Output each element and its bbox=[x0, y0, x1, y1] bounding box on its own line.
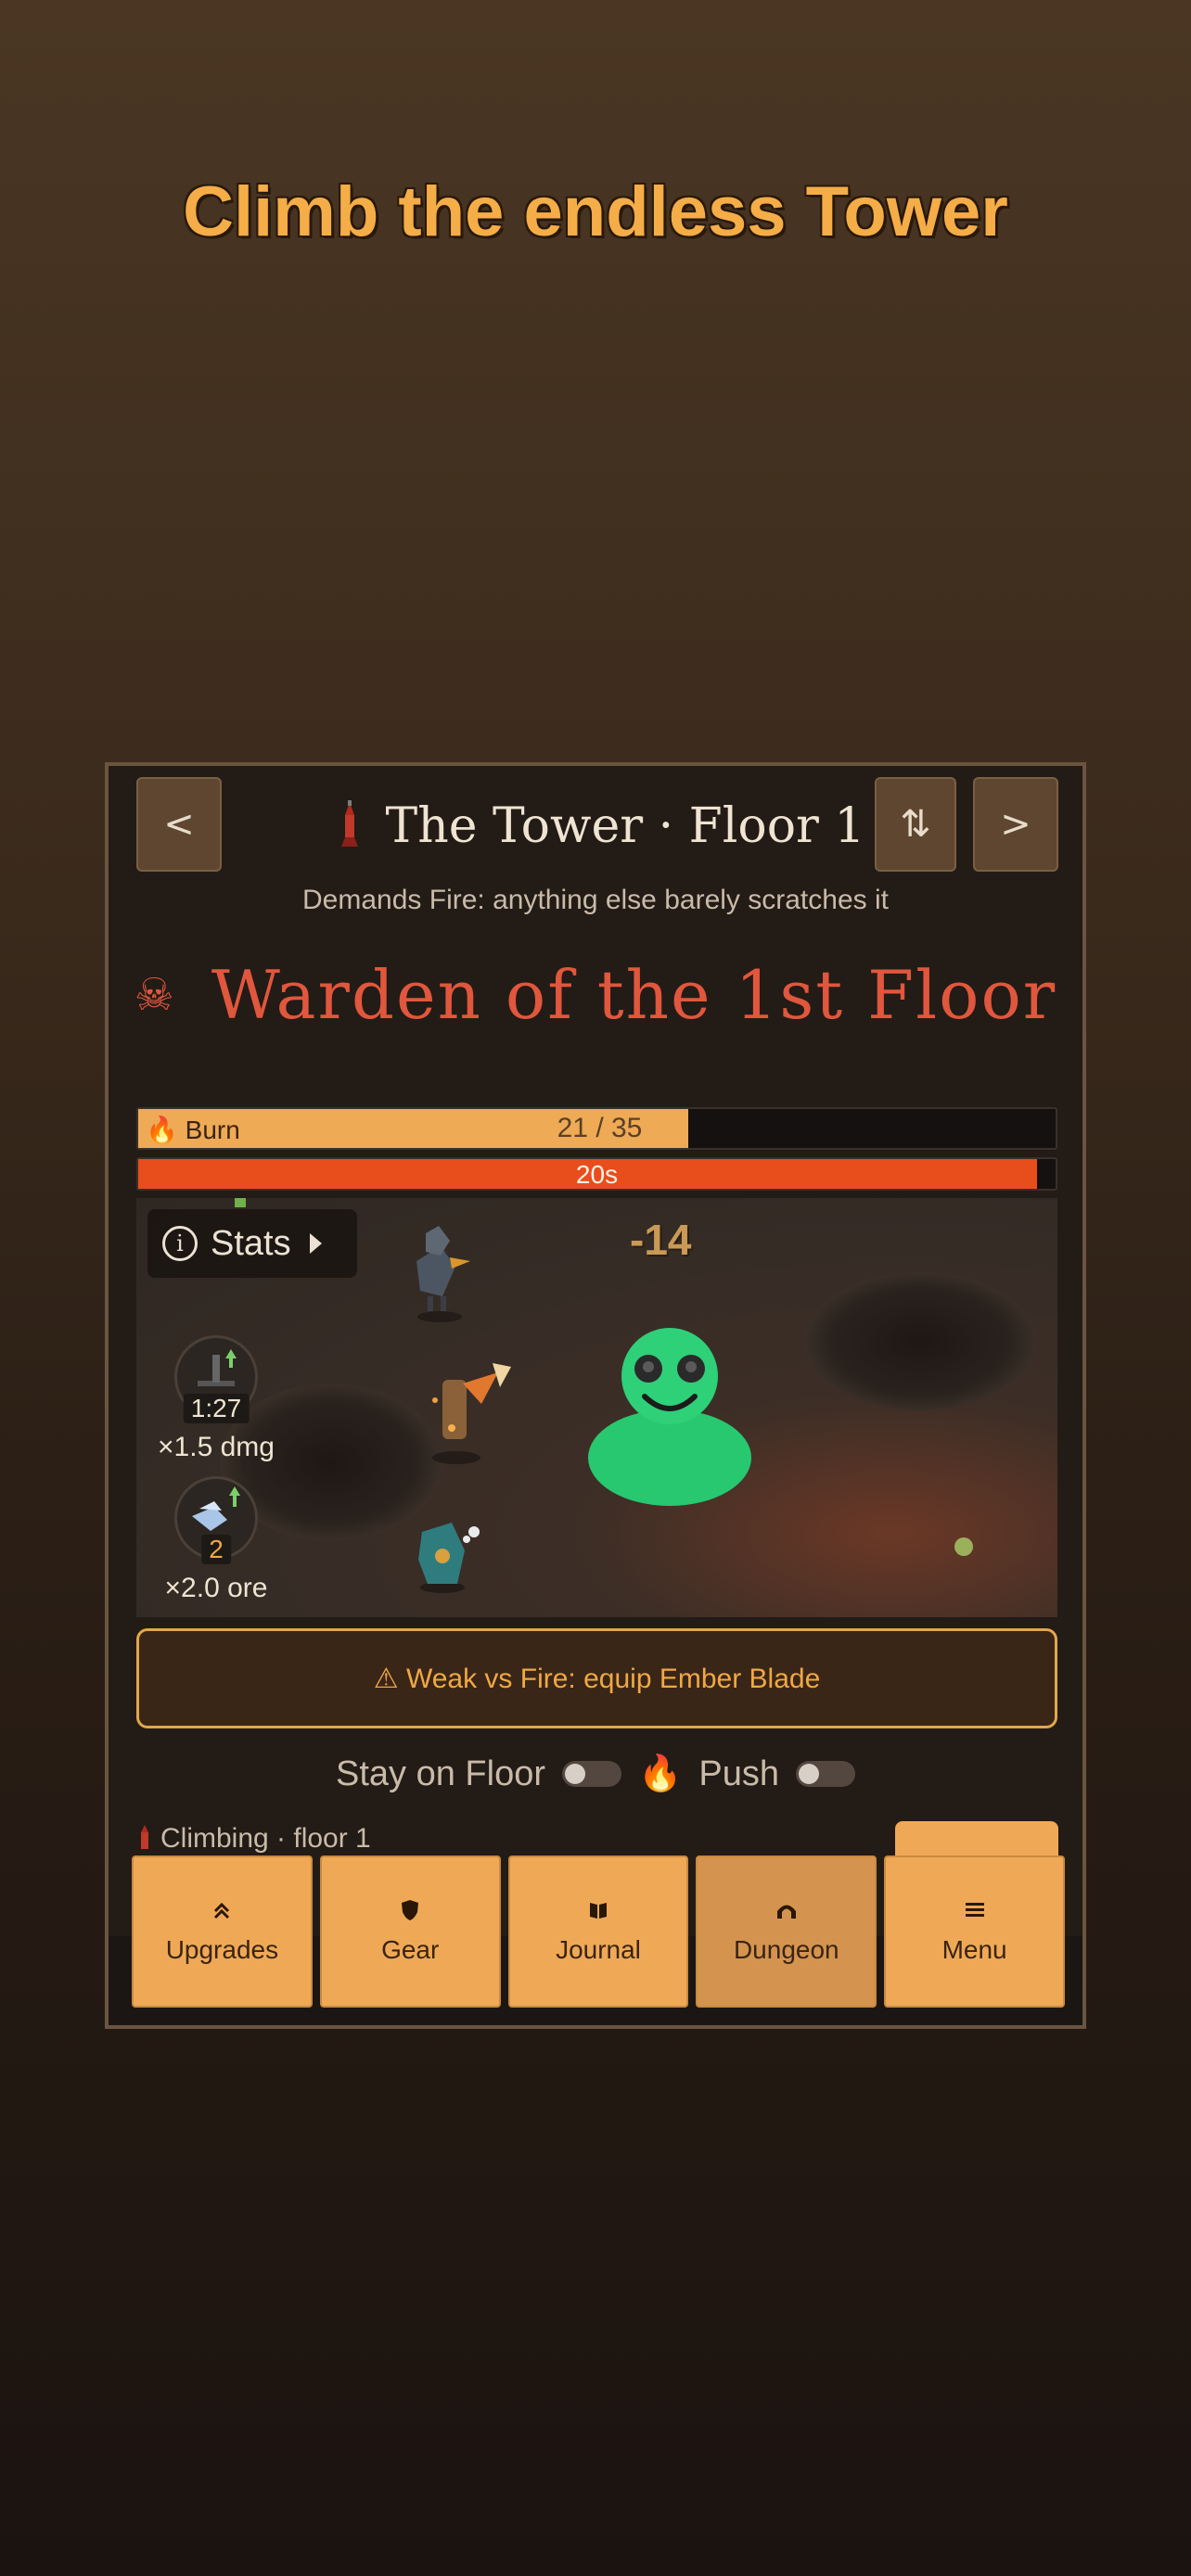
menu-icon bbox=[965, 1898, 985, 1922]
swap-button[interactable]: ⇅ bbox=[875, 777, 956, 872]
ore-buff-desc: ×2.0 ore bbox=[164, 1573, 268, 1603]
damage-popup: -14 bbox=[630, 1216, 692, 1264]
info-icon: i bbox=[162, 1226, 198, 1261]
floor-subtitle: Demands Fire: anything else barely scrat… bbox=[302, 885, 889, 915]
damage-buff-desc: ×1.5 dmg bbox=[158, 1432, 275, 1462]
nav-gear-label: Gear bbox=[381, 1935, 440, 1964]
floor-title-row: The Tower · Floor 1 bbox=[275, 784, 925, 868]
stay-on-floor-toggle[interactable] bbox=[562, 1761, 622, 1787]
fire-icon: 🔥 bbox=[638, 1754, 683, 1793]
sword-hero[interactable] bbox=[415, 1356, 517, 1471]
stats-label: Stats bbox=[211, 1223, 291, 1263]
stay-on-floor-label: Stay on Floor bbox=[336, 1753, 546, 1793]
damage-buff[interactable]: 1:27 ×1.5 dmg bbox=[142, 1335, 290, 1463]
boss-header: ☠ Warden of the 1st Floor bbox=[109, 956, 1082, 1034]
next-floor-button[interactable]: > bbox=[973, 777, 1058, 872]
tower-icon bbox=[336, 800, 364, 852]
caret-right-icon bbox=[309, 1233, 322, 1254]
boss-name: Warden of the 1st Floor bbox=[211, 956, 1057, 1034]
bird-hero[interactable] bbox=[398, 1224, 481, 1330]
skull-icon: ☠ bbox=[134, 969, 174, 1021]
prev-floor-button[interactable]: < bbox=[136, 777, 222, 872]
burn-bar-value: 21 / 35 bbox=[557, 1113, 643, 1143]
promo-headline: Climb the endless Tower bbox=[183, 172, 1008, 251]
floor-title: The Tower · Floor 1 bbox=[385, 798, 865, 854]
nav-gear[interactable]: Gear bbox=[319, 1855, 501, 2008]
weakness-warning-text: ⚠ Weak vs Fire: equip Ember Blade bbox=[373, 1663, 821, 1694]
timer-bar: 20s bbox=[136, 1157, 1057, 1191]
weakness-warning[interactable]: ⚠ Weak vs Fire: equip Ember Blade bbox=[136, 1628, 1057, 1728]
nav-journal-label: Journal bbox=[556, 1935, 641, 1964]
burn-bar: 🔥 Burn 21 / 35 bbox=[136, 1107, 1057, 1150]
game-window: < The Tower · Floor 1 ⇅ > Demands Fire: … bbox=[105, 762, 1086, 2029]
nav-dungeon-label: Dungeon bbox=[733, 1935, 839, 1964]
shield-icon bbox=[400, 1898, 420, 1922]
ore-drop bbox=[954, 1537, 973, 1556]
arch-icon bbox=[775, 1898, 799, 1922]
climbing-status: Climbing · floor 1 bbox=[136, 1823, 371, 1855]
push-label: Push bbox=[698, 1753, 779, 1793]
timer-bar-label: 20s bbox=[575, 1160, 619, 1189]
double-chevron-up-icon bbox=[211, 1898, 232, 1922]
xp-marker bbox=[235, 1198, 246, 1207]
green-slime-boss[interactable] bbox=[582, 1328, 758, 1517]
arena-pit bbox=[804, 1272, 1036, 1411]
floor-toggles: Stay on Floor 🔥 Push bbox=[109, 1753, 1082, 1794]
golem-hero[interactable] bbox=[405, 1504, 498, 1600]
push-toggle[interactable] bbox=[795, 1761, 855, 1787]
nav-menu[interactable]: Menu bbox=[884, 1855, 1065, 2008]
ore-buff[interactable]: 2 ×2.0 ore bbox=[142, 1476, 290, 1604]
climbing-status-text: Climbing · floor 1 bbox=[160, 1823, 371, 1854]
ore-buff-icon: 2 bbox=[174, 1476, 258, 1564]
stats-button[interactable]: i Stats bbox=[147, 1209, 357, 1278]
nav-upgrades-label: Upgrades bbox=[165, 1935, 279, 1964]
bottom-nav: Upgrades Gear Journal Dungeon Menu bbox=[132, 1855, 1065, 2008]
sword-buff-icon: 1:27 bbox=[174, 1335, 258, 1423]
nav-upgrades[interactable]: Upgrades bbox=[132, 1855, 313, 2008]
book-icon bbox=[588, 1898, 608, 1922]
damage-buff-timer: 1:27 bbox=[183, 1394, 250, 1423]
nav-dungeon[interactable]: Dungeon bbox=[696, 1855, 877, 2008]
nav-menu-label: Menu bbox=[941, 1935, 1007, 1964]
battle-arena[interactable]: i Stats -14 1:27 ×1.5 dmg 2 ×2.0 ore bbox=[136, 1198, 1057, 1617]
nav-journal[interactable]: Journal bbox=[507, 1855, 689, 2008]
tower-icon bbox=[141, 1825, 148, 1849]
ore-buff-count: 2 bbox=[201, 1535, 231, 1564]
